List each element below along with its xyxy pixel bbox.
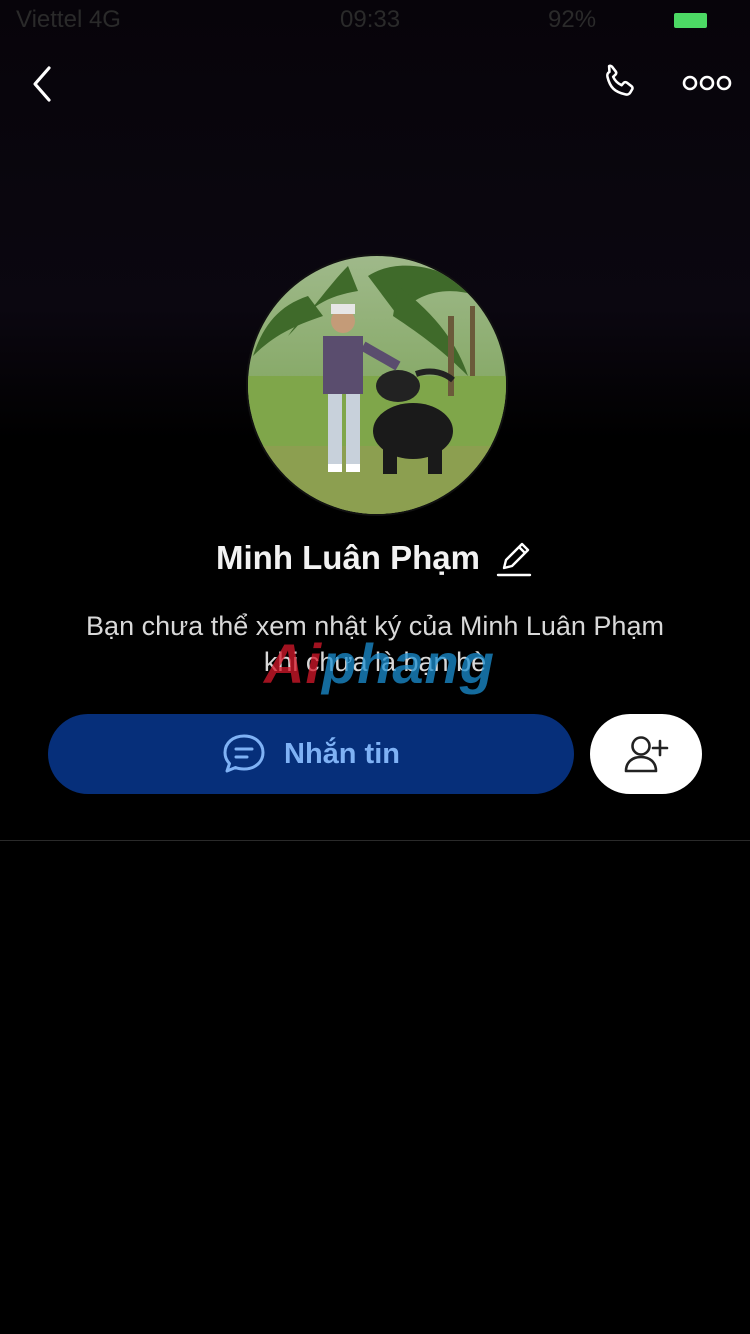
call-button[interactable] — [594, 58, 644, 108]
battery-icon — [674, 13, 707, 28]
watermark-logo: Aiphang — [264, 636, 495, 692]
pencil-icon — [496, 542, 532, 577]
status-bar: Viettel 4G 09:33 92% — [0, 0, 750, 40]
watermark-part-2: phang — [322, 632, 495, 695]
edit-name-button[interactable] — [494, 536, 534, 580]
add-user-icon — [624, 736, 669, 773]
chat-bubble-icon — [223, 734, 265, 773]
message-button[interactable]: Nhắn tin — [48, 714, 574, 794]
clock: 09:33 — [340, 6, 401, 33]
more-dots-icon — [682, 75, 732, 91]
back-button[interactable] — [18, 60, 66, 108]
avatar[interactable] — [246, 254, 508, 516]
section-divider — [0, 840, 750, 841]
profile-name: Minh Luân Phạm — [216, 539, 480, 576]
carrier-label: Viettel 4G — [16, 6, 121, 33]
more-button[interactable] — [680, 62, 734, 104]
phone-icon — [606, 64, 634, 96]
watermark-part-1: Ai — [264, 632, 322, 695]
chevron-left-icon — [33, 66, 51, 102]
profile-name-row: Minh Luân Phạm — [0, 530, 750, 586]
avatar-photo — [248, 256, 506, 514]
add-friend-button[interactable] — [590, 714, 702, 794]
battery-percent: 92% — [548, 6, 597, 33]
message-button-label: Nhắn tin — [284, 737, 400, 770]
